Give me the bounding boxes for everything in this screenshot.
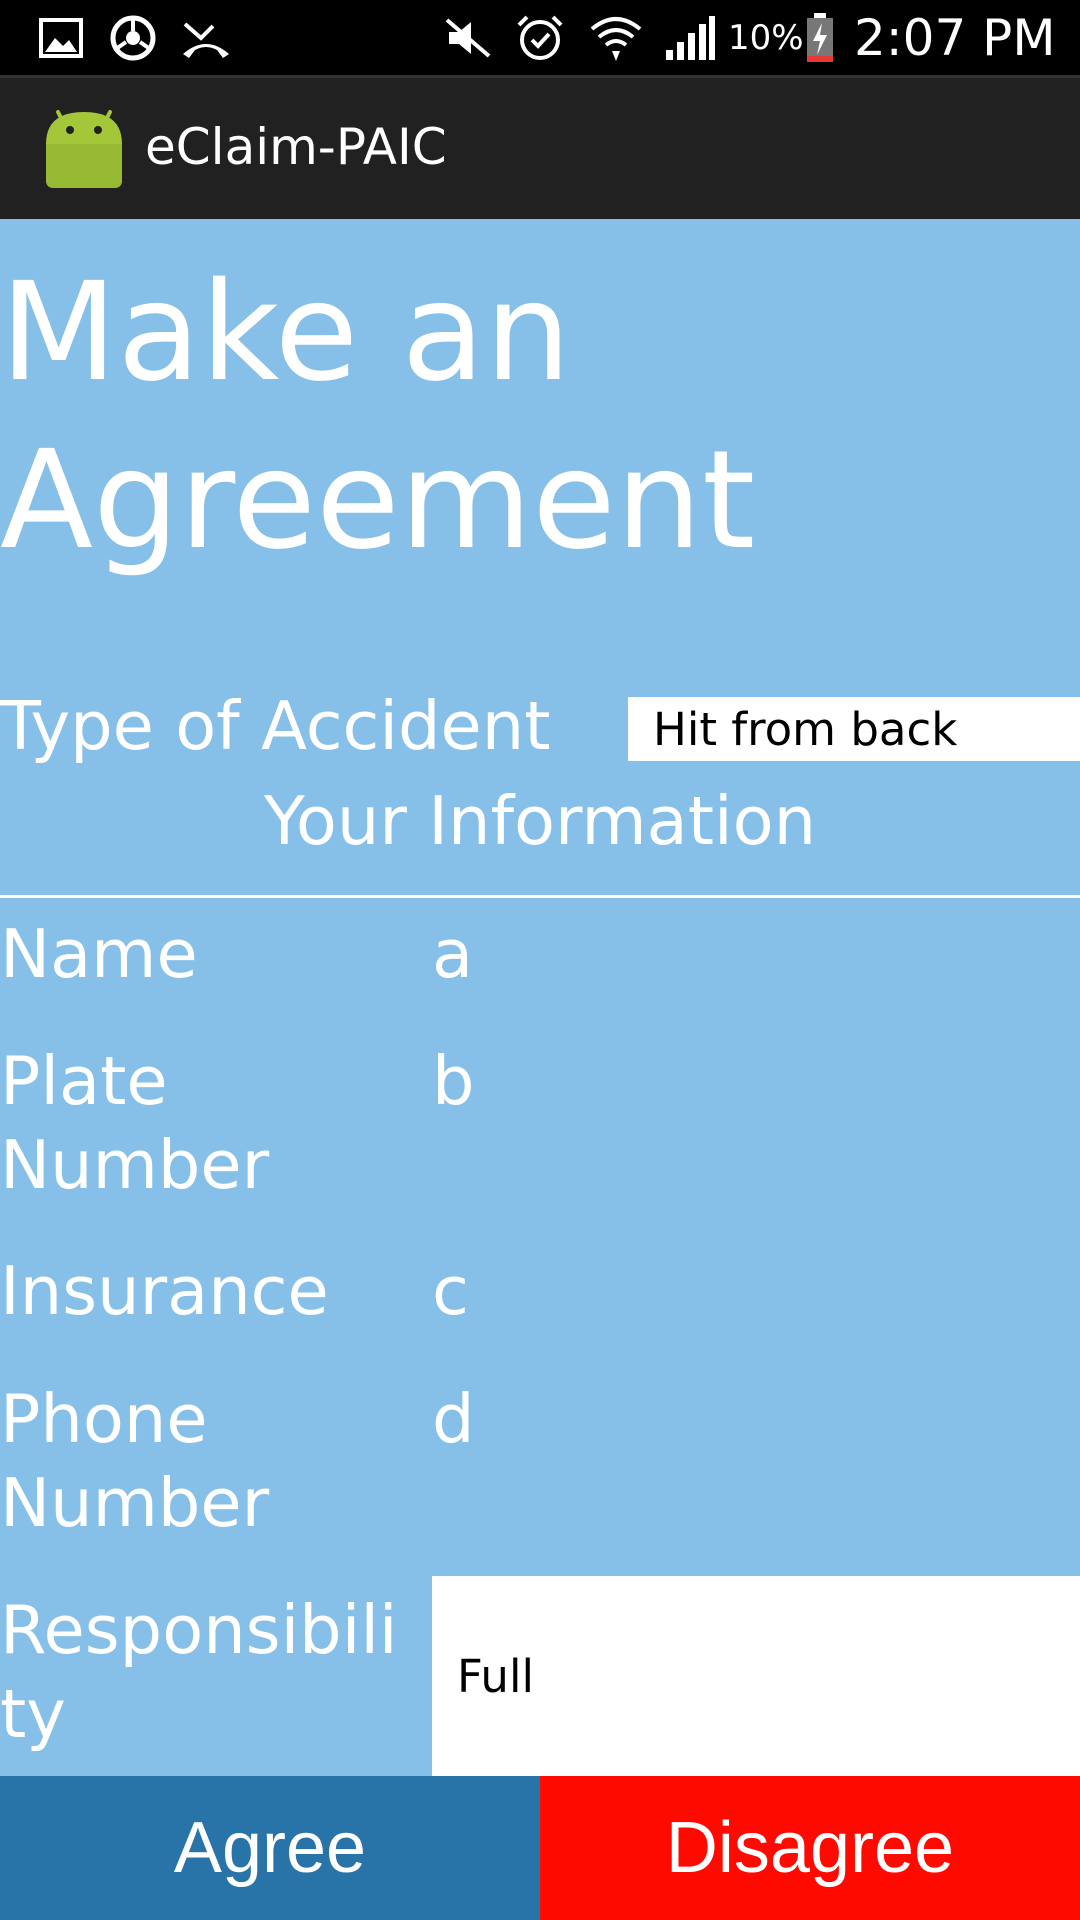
battery-percent: 10% <box>728 17 804 58</box>
responsibility-spinner[interactable]: Full <box>432 1576 1080 1776</box>
name-value: a <box>432 915 474 993</box>
accident-type-label: Type of Accident <box>0 687 551 765</box>
status-bar: 10% 2:07 PM <box>0 0 1080 75</box>
section-divider <box>0 895 1080 898</box>
page-title: Make an Agreement <box>0 254 756 580</box>
responsibility-label: Responsibility <box>0 1591 398 1753</box>
phone-number-label: Phone Number <box>0 1380 270 1542</box>
accident-type-value: Hit from back <box>653 702 958 756</box>
android-icon[interactable] <box>44 104 124 188</box>
agreement-form: Make an Agreement Type of Accident Hit f… <box>0 219 1080 1776</box>
insurance-label: Insurance <box>0 1252 329 1330</box>
accident-type-spinner[interactable]: Hit from back <box>628 697 1080 761</box>
chrome-icon <box>108 0 158 75</box>
missed-call-icon <box>178 0 234 75</box>
disagree-button[interactable]: Disagree <box>540 1776 1080 1920</box>
name-label: Name <box>0 915 198 993</box>
phone-number-value: d <box>432 1380 475 1458</box>
mute-icon <box>440 0 496 75</box>
responsibility-value: Full <box>457 1649 534 1703</box>
battery-charging-icon <box>804 0 836 75</box>
plate-number-value: b <box>432 1042 475 1120</box>
plate-number-label: Plate Number <box>0 1042 270 1204</box>
insurance-value: c <box>432 1252 469 1330</box>
section-heading: Your Information <box>263 782 817 860</box>
clock: 2:07 PM <box>854 8 1056 67</box>
alarm-icon <box>512 0 568 75</box>
agree-button[interactable]: Agree <box>0 1776 540 1920</box>
signal-icon <box>662 0 718 75</box>
gallery-icon <box>36 0 86 75</box>
wifi-icon <box>586 0 646 75</box>
app-title: eClaim-PAIC <box>145 118 447 176</box>
